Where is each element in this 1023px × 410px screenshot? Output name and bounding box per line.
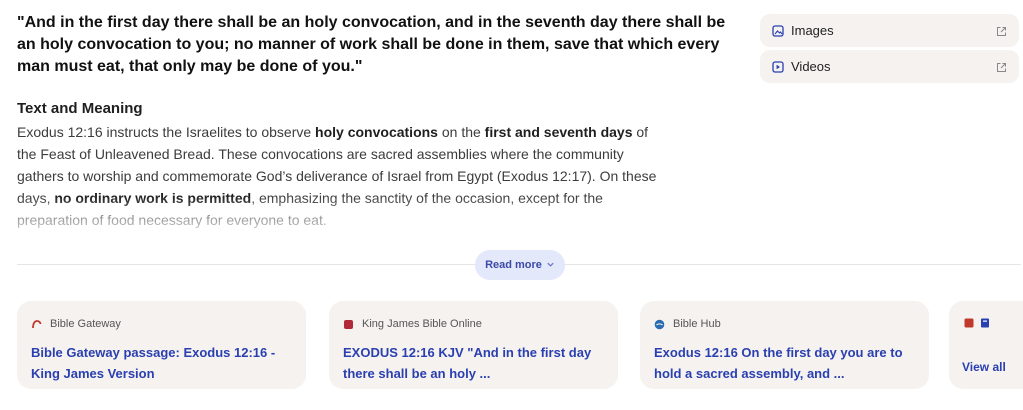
emphasis-first-seventh-days: first and seventh days — [484, 124, 633, 140]
book-favicon-icon — [964, 315, 974, 333]
view-all-button[interactable]: View all — [949, 301, 1023, 389]
videos-button[interactable]: Videos — [760, 50, 1019, 83]
meaning-paragraph: Exodus 12:16 instructs the Israelites to… — [17, 121, 657, 231]
card-source: Bible Gateway — [31, 317, 292, 331]
emphasis-no-work: no ordinary work is permitted — [54, 190, 252, 206]
quote-text: "And in the first day there shall be an … — [17, 14, 726, 75]
external-link-icon — [996, 25, 1007, 36]
card-source: King James Bible Online — [343, 317, 604, 331]
image-icon — [772, 24, 784, 37]
book-favicon-icon — [343, 319, 354, 330]
paragraph-segment: Exodus 12:16 instructs the Israelites to… — [17, 124, 316, 140]
chevron-down-icon — [546, 260, 555, 271]
source-card-bible-hub[interactable]: Bible Hub Exodus 12:16 On the first day … — [640, 301, 929, 389]
videos-label: Videos — [791, 59, 831, 74]
card-source-name: King James Bible Online — [362, 318, 482, 330]
section-heading: Text and Meaning — [17, 100, 143, 117]
source-card-bible-gateway[interactable]: Bible Gateway Bible Gateway passage: Exo… — [17, 301, 306, 389]
read-more-button[interactable]: Read more — [475, 250, 565, 280]
bible-hub-favicon-icon — [654, 319, 665, 330]
images-label: Images — [791, 23, 834, 38]
video-icon — [772, 60, 784, 73]
bible-gateway-favicon-icon — [31, 319, 42, 330]
card-source: Bible Hub — [654, 317, 915, 331]
external-link-icon — [996, 61, 1007, 72]
card-title[interactable]: EXODUS 12:16 KJV "And in the first day t… — [343, 342, 604, 384]
images-button[interactable]: Images — [760, 14, 1019, 47]
card-title[interactable]: Exodus 12:16 On the first day you are to… — [654, 342, 915, 384]
card-source-name: Bible Gateway — [50, 318, 121, 330]
view-all-label: View all — [962, 360, 1006, 374]
bible-favicon-icon — [980, 315, 990, 333]
source-card-kjv-online[interactable]: King James Bible Online EXODUS 12:16 KJV… — [329, 301, 618, 389]
card-source-name: Bible Hub — [673, 318, 721, 330]
read-more-label: Read more — [485, 259, 542, 271]
paragraph-segment: on the — [437, 124, 485, 140]
emphasis-holy-convocations: holy convocations — [315, 124, 438, 140]
card-title[interactable]: Bible Gateway passage: Exodus 12:16 - Ki… — [31, 342, 292, 384]
